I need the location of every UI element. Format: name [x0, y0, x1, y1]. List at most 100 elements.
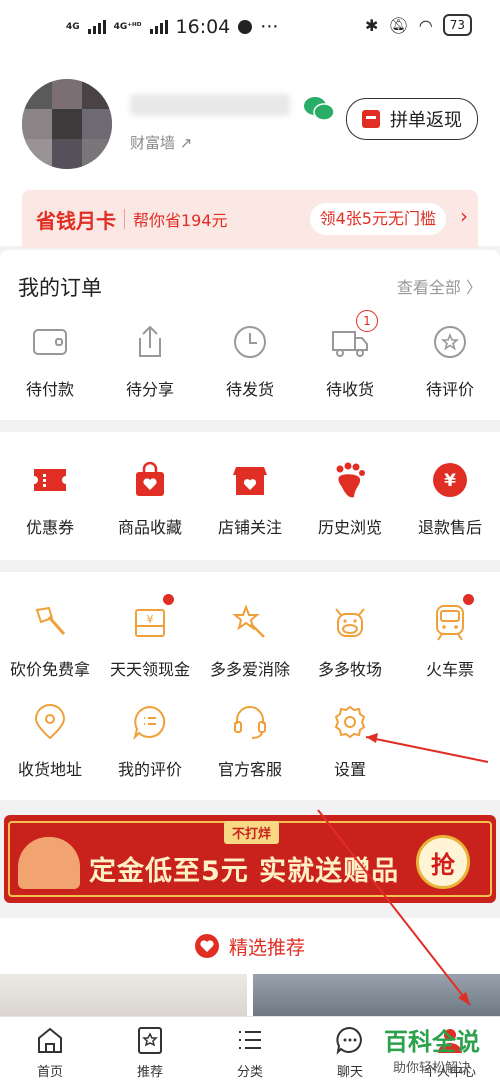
watermark-logo: 百科全说 助你轻松解决	[378, 1022, 486, 1080]
address-entry[interactable]: 收货地址	[0, 702, 100, 780]
settings-icon	[334, 705, 366, 739]
footprint-icon	[336, 462, 365, 498]
order-pending-share[interactable]: 待分享	[100, 322, 200, 400]
signal-icon	[87, 20, 106, 34]
coupon-icon	[34, 469, 66, 491]
axe-icon	[35, 606, 66, 635]
tab-label: 推荐	[136, 1065, 163, 1080]
service-label: 商品收藏	[117, 518, 182, 537]
tool-label: 多多牧场	[317, 660, 382, 679]
status-bar: 4G 4G⁺ᴴᴰ 16:04 ··· ✱ 🔕︎ ◠ 73	[0, 0, 500, 56]
history-entry[interactable]: 历史浏览	[300, 460, 400, 538]
app-notification-icon	[238, 20, 253, 34]
savings-card-title: 省钱月卡	[36, 208, 116, 233]
pindan-cashback-button[interactable]: 拼单返现	[346, 98, 478, 140]
shop-icon	[233, 467, 267, 495]
tool-label: 官方客服	[217, 760, 282, 779]
banner-tag: 不打烊	[224, 821, 280, 844]
followed-shops-entry[interactable]: 店铺关注	[200, 460, 300, 538]
tool-label: 多多爱消除	[209, 660, 290, 679]
recommend-title: 精选推荐	[228, 936, 305, 959]
wallet-icon	[33, 329, 67, 355]
refund-entry[interactable]: ¥ 退款售后	[400, 460, 500, 538]
tool-label: 天天领现金	[109, 660, 190, 679]
service-label: 优惠券	[25, 518, 74, 537]
recommend-header: 精选推荐	[0, 918, 500, 974]
favorites-entry[interactable]: 商品收藏	[100, 460, 200, 538]
order-label: 待评价	[425, 380, 474, 399]
bluetooth-icon: ✱	[365, 15, 379, 35]
order-pending-payment[interactable]: 待付款	[0, 322, 100, 400]
order-label: 待发货	[225, 380, 274, 399]
ranch-entry[interactable]: 多多牧场	[300, 602, 400, 680]
battery-indicator: 73	[442, 14, 472, 36]
train-tickets-entry[interactable]: 火车票	[400, 594, 500, 680]
order-pending-receipt[interactable]: 1 待收货	[300, 310, 400, 400]
review-icon	[434, 326, 466, 358]
svg-text:¥: ¥	[147, 613, 154, 626]
tool-label: 砍价免费拿	[9, 660, 90, 679]
tool-label: 火车票	[425, 660, 474, 679]
avatar[interactable]	[22, 79, 112, 169]
chevron-right-icon: ›	[460, 204, 468, 228]
chat-icon	[336, 1026, 362, 1055]
banner-illustration	[18, 837, 80, 889]
tab-label: 分类	[236, 1065, 263, 1080]
pindan-cashback-label: 拼单返现	[390, 110, 462, 131]
cash-icon: ¥	[135, 609, 165, 637]
tab-category[interactable]: 分类	[200, 1017, 300, 1085]
grab-button[interactable]: 抢	[416, 835, 470, 889]
location-icon	[34, 704, 66, 740]
mute-icon: 🔕︎	[388, 15, 409, 35]
service-label: 退款售后	[417, 518, 482, 537]
favorite-bag-icon	[136, 462, 164, 496]
order-pending-review[interactable]: 待评价	[400, 322, 500, 400]
wechat-icon	[304, 97, 335, 121]
cow-icon	[335, 608, 365, 637]
banner-headline: 定金低至5元 实就送赠品	[89, 856, 400, 887]
share-icon	[139, 325, 161, 357]
savings-card-subtitle: 帮你省194元	[133, 211, 228, 230]
train-icon	[436, 605, 464, 641]
network-label: 4G	[66, 21, 80, 32]
red-dot-badge	[463, 594, 474, 605]
service-label: 历史浏览	[317, 518, 382, 537]
signal-icon-2	[149, 20, 168, 34]
tab-recommend[interactable]: 推荐	[100, 1017, 200, 1085]
product-thumbnail[interactable]	[253, 974, 500, 1018]
svg-text:¥: ¥	[444, 471, 456, 491]
order-count-badge: 1	[356, 310, 378, 332]
claim-coupons-button[interactable]: 领4张5元无门槛	[309, 203, 446, 235]
daily-cash-entry[interactable]: ¥ 天天领现金	[100, 594, 200, 680]
order-pending-shipment[interactable]: 待发货	[200, 322, 300, 400]
watermark-subtitle: 助你轻松解决	[392, 1061, 471, 1076]
tab-label: 首页	[36, 1065, 63, 1080]
red-envelope-icon	[362, 110, 380, 128]
tab-home[interactable]: 首页	[0, 1017, 100, 1085]
my-reviews-entry[interactable]: 我的评价	[100, 702, 200, 780]
nickname-blurred	[130, 94, 290, 116]
tool-label: 收货地址	[17, 760, 82, 779]
wand-icon	[232, 604, 265, 638]
promo-banner[interactable]: 不打烊 定金低至5元 实就送赠品 抢	[4, 815, 496, 903]
view-all-orders-link[interactable]: 查看全部 〉	[397, 274, 482, 298]
coupons-entry[interactable]: 优惠券	[0, 460, 100, 538]
services-section: 优惠券 商品收藏 店铺关注 历史浏览 ¥ 退款售后	[0, 432, 500, 560]
more-notifications: ···	[260, 16, 279, 38]
match-game-entry[interactable]: 多多爱消除	[200, 602, 300, 680]
clock: 16:04	[175, 16, 231, 38]
bargain-entry[interactable]: 砍价免费拿	[0, 602, 100, 680]
comment-icon	[133, 705, 166, 740]
heart-icon	[194, 934, 219, 958]
settings-entry[interactable]: 设置	[300, 702, 400, 780]
wealth-wall-link[interactable]: 财富墙 ↗	[130, 132, 192, 153]
tab-label: 聊天	[336, 1065, 363, 1080]
divider	[124, 209, 125, 229]
product-thumbnail[interactable]	[0, 974, 247, 1018]
star-bag-icon	[138, 1027, 162, 1054]
savings-card[interactable]: 省钱月卡 帮你省194元 领4张5元无门槛 ›	[22, 190, 478, 248]
home-icon	[38, 1027, 62, 1053]
customer-service-entry[interactable]: 官方客服	[200, 702, 300, 780]
tool-label: 我的评价	[117, 760, 182, 779]
orders-section: 我的订单 查看全部 〉 待付款 待分享 待发货 1 待收货 待评价	[0, 250, 500, 420]
